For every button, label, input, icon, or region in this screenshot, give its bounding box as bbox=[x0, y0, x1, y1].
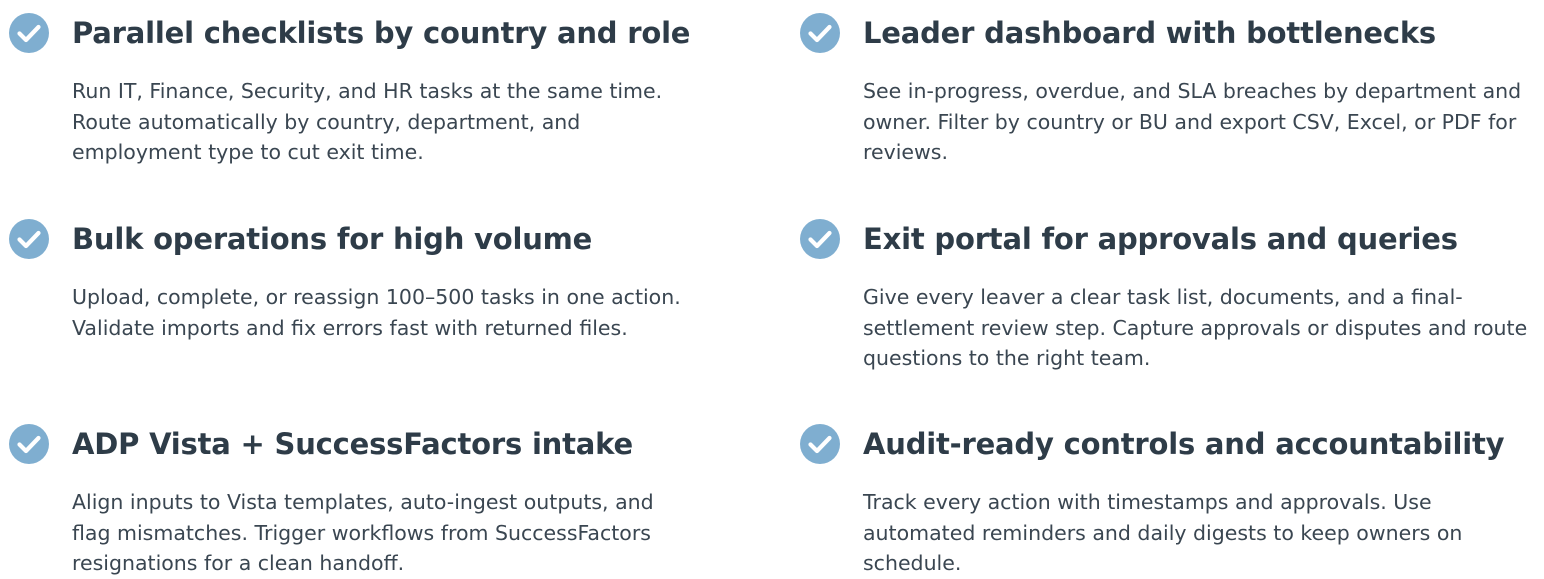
check-circle-icon bbox=[8, 423, 50, 465]
check-circle-icon bbox=[799, 423, 841, 465]
check-circle-icon bbox=[799, 12, 841, 54]
feature-description: See in-progress, overdue, and SLA breach… bbox=[863, 79, 1522, 164]
feature-description: Upload, complete, or reassign 100–500 ta… bbox=[72, 285, 681, 340]
feature-description: Give every leaver a clear task list, doc… bbox=[863, 285, 1528, 370]
feature-title: Leader dashboard with bottlenecks bbox=[863, 16, 1436, 50]
check-circle-icon bbox=[799, 218, 841, 260]
feature-description: Track every action with timestamps and a… bbox=[863, 490, 1463, 575]
feature-title: Bulk operations for high volume bbox=[72, 222, 593, 256]
check-circle-icon bbox=[8, 218, 50, 260]
feature-grid: Parallel checklists by country and role … bbox=[0, 0, 1544, 577]
feature-description: Run IT, Finance, Security, and HR tasks … bbox=[72, 79, 663, 164]
feature-title: Exit portal for approvals and queries bbox=[863, 222, 1458, 256]
feature-title: Parallel checklists by country and role bbox=[72, 16, 691, 50]
check-circle-icon bbox=[8, 12, 50, 54]
feature-title: Audit-ready controls and accountability bbox=[863, 427, 1505, 461]
feature-description: Align inputs to Vista templates, auto-in… bbox=[72, 490, 654, 575]
feature-title: ADP Vista + SuccessFactors intake bbox=[72, 427, 633, 461]
